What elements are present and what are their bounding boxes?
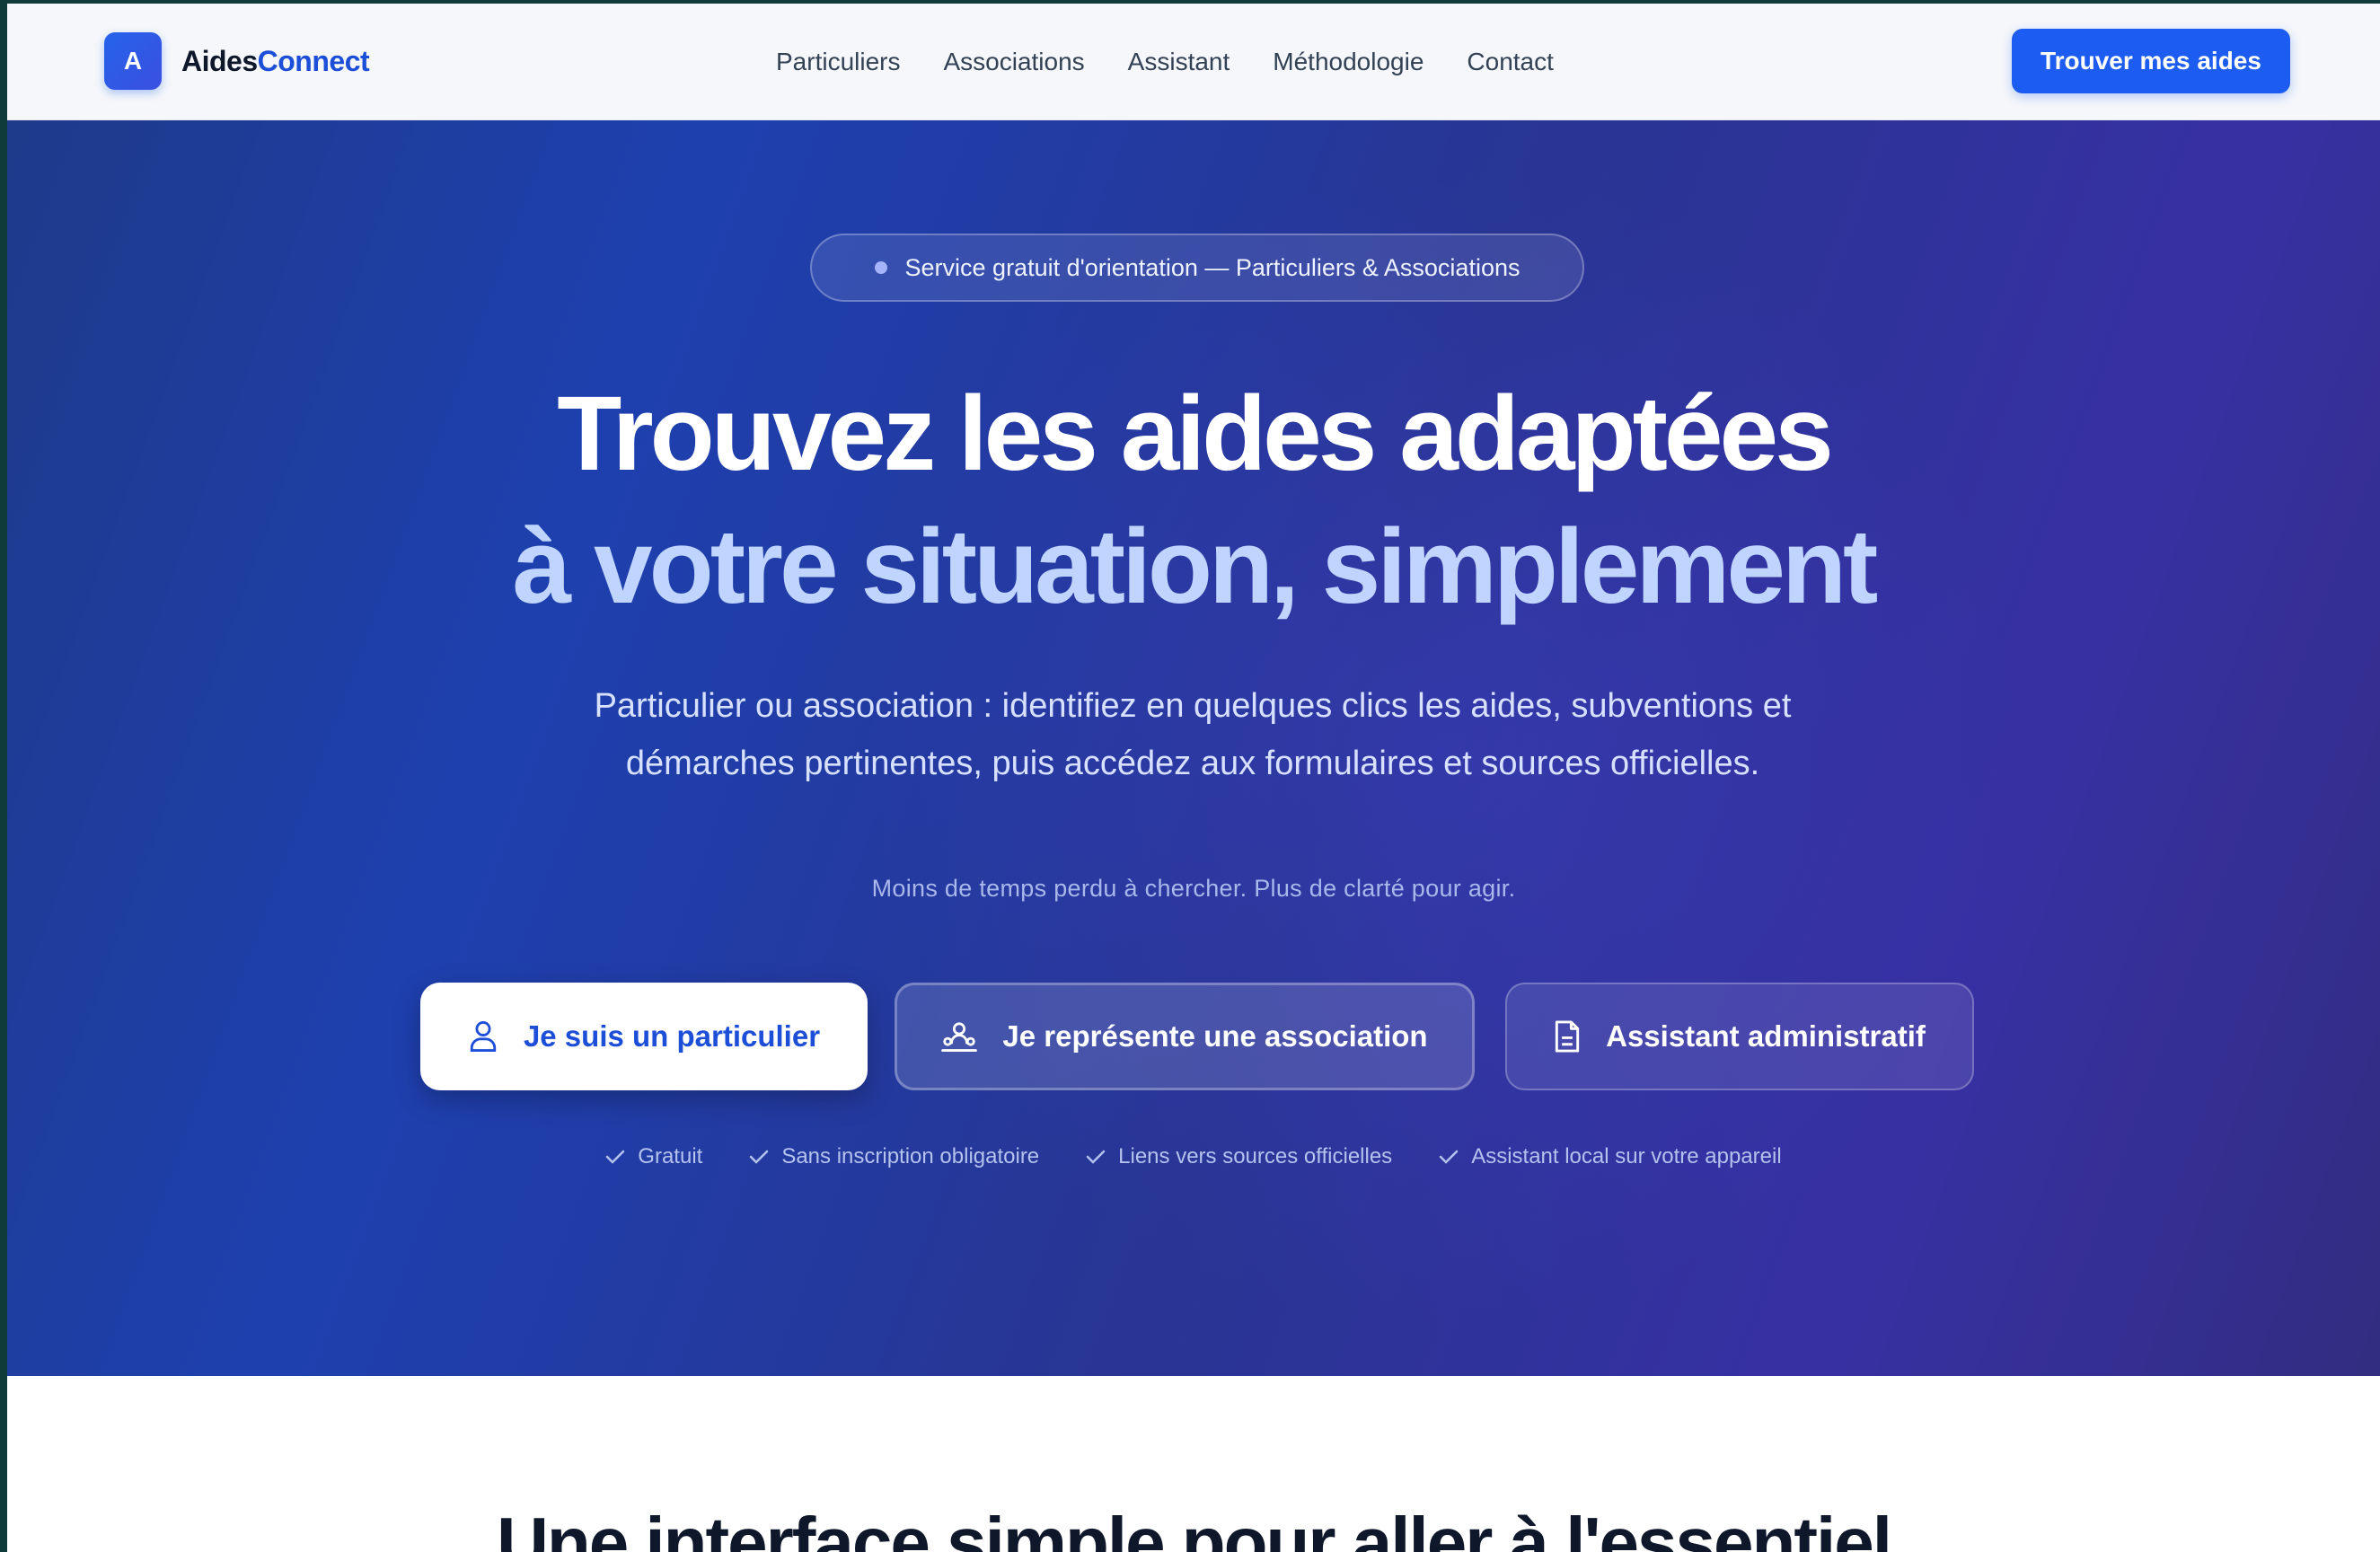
hero-section: Service gratuit d'orientation — Particul… [7,120,2380,1376]
document-icon [1555,1020,1580,1053]
check-icon [606,1150,625,1164]
hero-tagline: Moins de temps perdu à chercher. Plus de… [871,875,1516,902]
brand-name: AidesConnect [181,44,370,78]
particulier-button[interactable]: Je suis un particulier [420,983,868,1090]
nav-link-contact[interactable]: Contact [1467,48,1554,76]
association-button[interactable]: Je représente une association [895,983,1475,1090]
feature-label: Liens vers sources officielles [1118,1144,1393,1168]
feature-item: Assistant local sur votre appareil [1439,1144,1782,1169]
particulier-button-label: Je suis un particulier [523,1019,821,1053]
nav-link-methodologie[interactable]: Méthodologie [1273,48,1424,76]
nav-link-assistant[interactable]: Assistant [1128,48,1230,76]
service-badge: Service gratuit d'orientation — Particul… [810,234,1584,302]
feature-label: Gratuit [638,1144,703,1168]
hero-subtitle: Particulier ou association : identifiez … [594,687,1792,782]
brand-logo[interactable]: A AidesConnect [104,32,370,90]
section-title: Une interface simple pour aller à l'esse… [497,1503,1892,1552]
feature-item: Liens vers sources officielles [1086,1144,1392,1169]
brand-name-part1: Aides [181,44,258,77]
brand-name-part2: Connect [257,44,370,77]
find-aids-button[interactable]: Trouver mes aides [2012,29,2290,93]
assistant-button-label: Assistant administratif [1606,1019,1926,1053]
association-button-label: Je représente une association [1002,1019,1428,1053]
brand-mark-icon: A [104,32,162,90]
feature-item: Sans inscription obligatoire [749,1144,1039,1169]
navbar: A AidesConnect Particuliers Associations… [7,4,2380,120]
service-badge-label: Service gratuit d'orientation — Particul… [904,253,1521,281]
check-icon [1086,1150,1106,1164]
nav-link-particuliers[interactable]: Particuliers [776,48,900,76]
feature-label: Assistant local sur votre appareil [1471,1144,1782,1168]
hero-title-line2: à votre situation, simplement [512,507,1879,626]
group-icon [941,1022,978,1052]
nav-link-associations[interactable]: Associations [943,48,1084,76]
assistant-button[interactable]: Assistant administratif [1505,983,1974,1090]
feature-item: Gratuit [605,1144,702,1169]
dot-icon [874,261,887,274]
page: A AidesConnect Particuliers Associations… [7,4,2380,1552]
check-icon [1439,1150,1459,1164]
features-list: Gratuit Sans inscription obligatoire Lie… [7,1144,2380,1169]
hero-title-line1: Trouvez les aides adaptées [557,375,1834,493]
main-nav: Particuliers Associations Assistant Méth… [776,4,1597,120]
user-icon [470,1021,497,1052]
check-icon [750,1150,769,1164]
feature-label: Sans inscription obligatoire [781,1144,1040,1168]
